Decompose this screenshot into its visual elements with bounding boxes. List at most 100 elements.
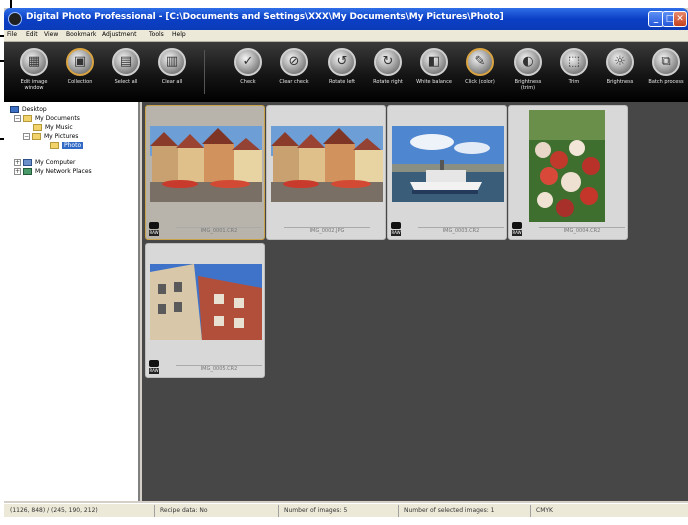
collection-icon: ▣ <box>66 48 94 76</box>
thumbnail[interactable]: RAW IMG_0003.CR2 <box>387 105 507 240</box>
flowers-photo <box>529 110 605 222</box>
clear-check-label: Clear check <box>279 79 309 85</box>
toolbar-separator <box>204 50 205 94</box>
folder-icon <box>50 142 59 149</box>
raw-badge: RAW <box>149 368 159 374</box>
status-selected-count: Number of selected images: 1 <box>404 507 495 514</box>
edit-image-window-button[interactable]: ▦ Edit image window <box>14 46 54 100</box>
status-divider <box>154 505 155 517</box>
tree-node-my-network-places[interactable]: + My Network Places <box>14 168 92 177</box>
edited-badge: RAW <box>149 222 159 236</box>
rotate-left-button[interactable]: ↺ Rotate left <box>322 46 362 100</box>
app-window: Digital Photo Professional - [C:\Documen… <box>4 8 688 517</box>
folder-icon <box>32 133 41 140</box>
camera-badge: RAW <box>149 360 159 374</box>
clear-check-button[interactable]: ⊘ Clear check <box>274 46 314 100</box>
folder-tree: Desktop − My Documents My Music − My Pictu… <box>4 102 140 501</box>
brightness-button[interactable]: ☼ Brightness <box>600 46 640 100</box>
clear-all-icon: ▥ <box>158 48 186 76</box>
thumbnail[interactable]: IMG_0002.JPG <box>266 105 386 240</box>
clear-check-icon: ⊘ <box>280 48 308 76</box>
toolbar: ▦ Edit image window ▣ Collection ▤ Selec… <box>4 42 688 102</box>
thumbnail[interactable]: RAW IMG_0001.CR2 <box>145 105 265 240</box>
thumbnail-filename: IMG_0005.CR2 <box>176 365 262 373</box>
collection-button[interactable]: ▣ Collection <box>60 46 100 100</box>
status-bar: (1126, 848) / (245, 190, 212) Recipe dat… <box>4 503 688 517</box>
thumbnail-filename: IMG_0002.JPG <box>284 227 370 235</box>
thumbnail[interactable]: RAW IMG_0004.CR2 <box>508 105 628 240</box>
brightness-icon: ☼ <box>606 48 634 76</box>
menu-view[interactable]: View <box>44 31 58 38</box>
camera-badge: RAW <box>512 222 522 236</box>
check-button[interactable]: ✓ Check <box>228 46 268 100</box>
raw-badge: RAW <box>149 230 159 236</box>
camera-badge: RAW <box>391 222 401 236</box>
image-browser: RAW IMG_0001.CR2 IMG_0002.JPG RAW IMG_00… <box>142 102 688 501</box>
brightness-trim-button[interactable]: ◐ Brightness (trim) <box>508 46 548 100</box>
menu-tools[interactable]: Tools <box>149 31 164 38</box>
status-coords: (1126, 848) / (245, 190, 212) <box>10 507 98 514</box>
select-all-button[interactable]: ▤ Select all <box>106 46 146 100</box>
camera-icon <box>391 222 401 229</box>
select-all-label: Select all <box>114 79 138 85</box>
collection-label: Collection <box>67 79 93 85</box>
check-label: Check <box>240 79 256 85</box>
tree-label-my-documents: My Documents <box>35 115 80 122</box>
batch-process-button[interactable]: ⧉ Batch process <box>646 46 686 100</box>
window-title: Digital Photo Professional - [C:\Documen… <box>26 12 504 22</box>
town-square-photo <box>271 126 383 202</box>
click-color-label: Click (color) <box>465 79 495 85</box>
batch-process-label: Batch process <box>648 79 684 85</box>
edit-image-window-label: Edit image window <box>20 79 48 91</box>
batch-process-icon: ⧉ <box>652 48 680 76</box>
menu-file[interactable]: File <box>7 31 17 38</box>
status-recipe: Recipe data: No <box>160 507 208 514</box>
rotate-left-label: Rotate left <box>328 79 356 85</box>
collapse-icon[interactable]: − <box>14 115 21 122</box>
edit-icon <box>149 222 159 229</box>
white-balance-label: White balance <box>416 79 452 85</box>
collapse-icon[interactable]: − <box>23 133 30 140</box>
tree-node-my-pictures[interactable]: − My Pictures <box>23 133 78 142</box>
brightness-trim-label: Brightness (trim) <box>514 79 542 91</box>
app-icon <box>8 12 22 26</box>
clear-all-button[interactable]: ▥ Clear all <box>152 46 192 100</box>
status-divider <box>530 505 531 517</box>
tree-label-my-music: My Music <box>45 124 73 131</box>
menu-bookmark[interactable]: Bookmark <box>66 31 96 38</box>
trim-button[interactable]: ⬚ Trim <box>554 46 594 100</box>
expand-icon[interactable]: + <box>14 159 21 166</box>
tree-label-my-pictures: My Pictures <box>44 133 79 140</box>
rotate-right-icon: ↻ <box>374 48 402 76</box>
rotate-right-label: Rotate right <box>373 79 403 85</box>
rotate-right-button[interactable]: ↻ Rotate right <box>368 46 408 100</box>
menu-help[interactable]: Help <box>172 31 186 38</box>
close-button[interactable]: ✕ <box>673 11 687 27</box>
menu-edit[interactable]: Edit <box>26 31 38 38</box>
eyedropper-icon: ✎ <box>466 48 494 76</box>
tree-node-photo[interactable]: Photo <box>50 142 84 151</box>
white-balance-icon: ◧ <box>420 48 448 76</box>
thumbnail-filename: IMG_0003.CR2 <box>418 227 504 235</box>
trim-label: Trim <box>568 79 580 85</box>
thumbnail[interactable]: RAW IMG_0005.CR2 <box>145 243 265 378</box>
title-bar[interactable]: Digital Photo Professional - [C:\Documen… <box>4 8 688 30</box>
harbor-photo <box>392 126 504 202</box>
tree-node-desktop[interactable]: Desktop <box>10 106 47 115</box>
status-divider <box>398 505 399 517</box>
tree-node-my-computer[interactable]: + My Computer <box>14 159 75 168</box>
building-photo <box>150 264 262 340</box>
folder-icon <box>33 124 42 131</box>
callout-title-mark <box>10 0 12 8</box>
expand-icon[interactable]: + <box>14 168 21 175</box>
click-color-button[interactable]: ✎ Click (color) <box>460 46 500 100</box>
thumbnail-filename: IMG_0001.CR2 <box>176 227 262 235</box>
white-balance-button[interactable]: ◧ White balance <box>414 46 454 100</box>
check-icon: ✓ <box>234 48 262 76</box>
computer-icon <box>23 159 32 166</box>
rotate-left-icon: ↺ <box>328 48 356 76</box>
tree-node-my-music[interactable]: My Music <box>33 124 73 133</box>
tree-node-my-documents[interactable]: − My Documents <box>14 115 80 124</box>
menu-adjustment[interactable]: Adjustment <box>102 31 136 38</box>
raw-badge: RAW <box>391 230 401 236</box>
